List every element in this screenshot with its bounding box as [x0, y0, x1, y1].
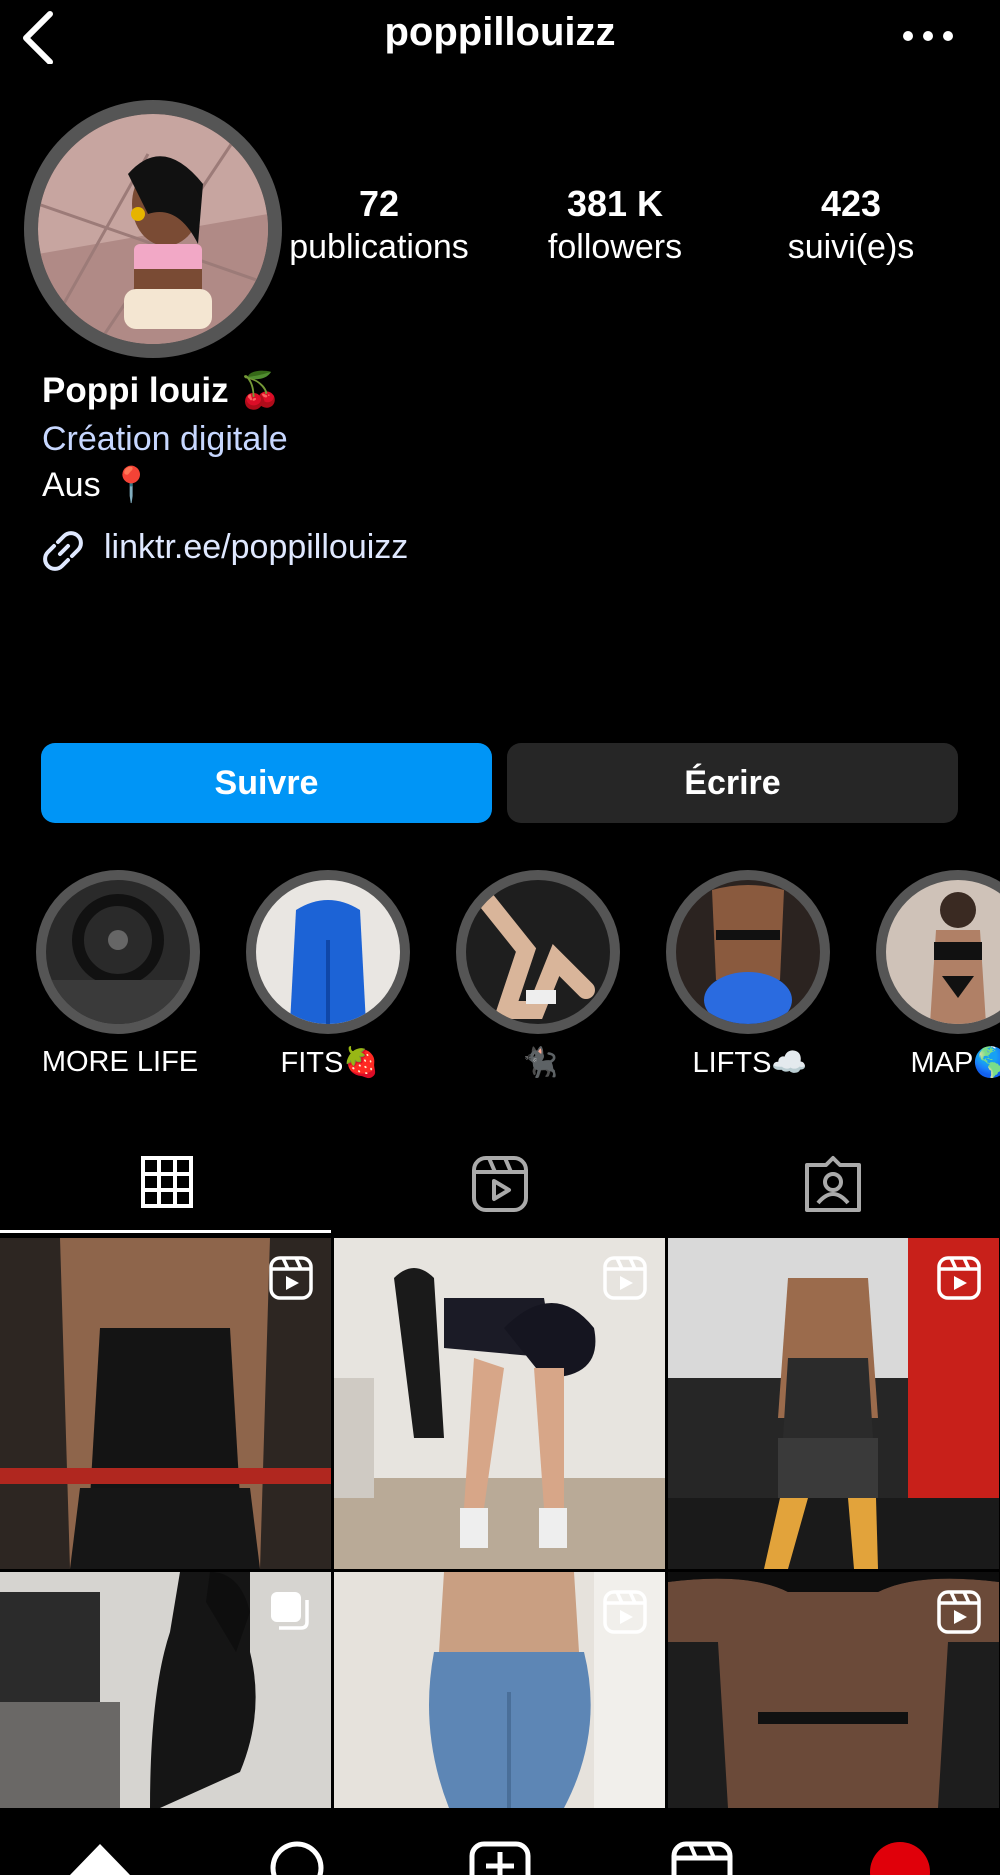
- tab-reels[interactable]: [333, 1140, 666, 1230]
- stat-followers[interactable]: 381 K followers: [495, 182, 735, 268]
- link-icon: [43, 531, 83, 571]
- more-horizontal-icon: [903, 31, 953, 41]
- highlight-label: FITS🍓: [280, 1047, 380, 1079]
- nav-search[interactable]: [257, 1838, 337, 1875]
- highlight-cover: [46, 880, 190, 1024]
- search-icon: [270, 1841, 324, 1875]
- following-label: suivi(e)s: [787, 228, 915, 266]
- username-title: poppillouizz: [384, 10, 616, 54]
- reels-icon: [671, 1841, 733, 1875]
- highlight-cover: [676, 880, 820, 1024]
- display-name: Poppi louiz 🍒: [42, 371, 282, 410]
- reels-icon: [472, 1156, 528, 1212]
- highlight-label: MAP🌎: [910, 1047, 1000, 1079]
- reel-icon: [603, 1590, 647, 1634]
- message-button[interactable]: Écrire: [507, 743, 958, 823]
- more-options-button[interactable]: [896, 14, 960, 58]
- tagged-icon: [805, 1156, 861, 1212]
- post-tile[interactable]: [334, 1238, 665, 1569]
- nav-profile[interactable]: [860, 1838, 940, 1875]
- active-tab-indicator: [0, 1230, 331, 1233]
- tab-grid[interactable]: [0, 1140, 333, 1230]
- nav-home[interactable]: [60, 1838, 140, 1875]
- tab-tagged[interactable]: [666, 1140, 999, 1230]
- post-tile[interactable]: [0, 1238, 331, 1569]
- bottom-nav: [0, 1808, 1000, 1875]
- nav-reels[interactable]: [662, 1838, 742, 1875]
- reel-icon: [269, 1256, 313, 1300]
- highlight-label: 🐈‍⬛: [521, 1047, 559, 1079]
- home-icon: [70, 1844, 130, 1875]
- highlight-label: LIFTS☁️: [692, 1047, 808, 1079]
- profile-header: poppillouizz: [0, 0, 1000, 70]
- post-tile[interactable]: [668, 1572, 999, 1808]
- post-tile[interactable]: [668, 1238, 999, 1569]
- highlight-label: MORE LIFE: [41, 1046, 199, 1078]
- nav-create[interactable]: [460, 1838, 540, 1875]
- link-text: linktr.ee/poppillouizz: [104, 528, 409, 566]
- profile-category: Création digitale: [42, 420, 288, 458]
- stat-following[interactable]: 423 suivi(e)s: [731, 182, 971, 268]
- profile-avatar-icon: [870, 1842, 930, 1875]
- stat-publications[interactable]: 72 publications: [259, 182, 499, 268]
- highlight-cover: [256, 880, 400, 1024]
- follow-button[interactable]: Suivre: [41, 743, 492, 823]
- post-tile[interactable]: [334, 1572, 665, 1808]
- avatar-image: [38, 114, 268, 344]
- followers-label: followers: [547, 228, 683, 266]
- add-post-icon: [469, 1841, 531, 1875]
- publications-label: publications: [289, 228, 469, 266]
- post-tile[interactable]: [0, 1572, 331, 1808]
- carousel-icon: [271, 1592, 309, 1630]
- reel-icon: [937, 1590, 981, 1634]
- publications-count: 72: [358, 183, 400, 224]
- highlight-cover: [466, 880, 610, 1024]
- followers-count: 381 K: [566, 183, 664, 224]
- reel-icon: [937, 1256, 981, 1300]
- following-count: 423: [820, 183, 882, 224]
- grid-icon: [141, 1156, 193, 1208]
- bio-location: Aus 📍: [42, 466, 153, 504]
- reel-icon: [603, 1256, 647, 1300]
- profile-avatar[interactable]: [24, 100, 282, 358]
